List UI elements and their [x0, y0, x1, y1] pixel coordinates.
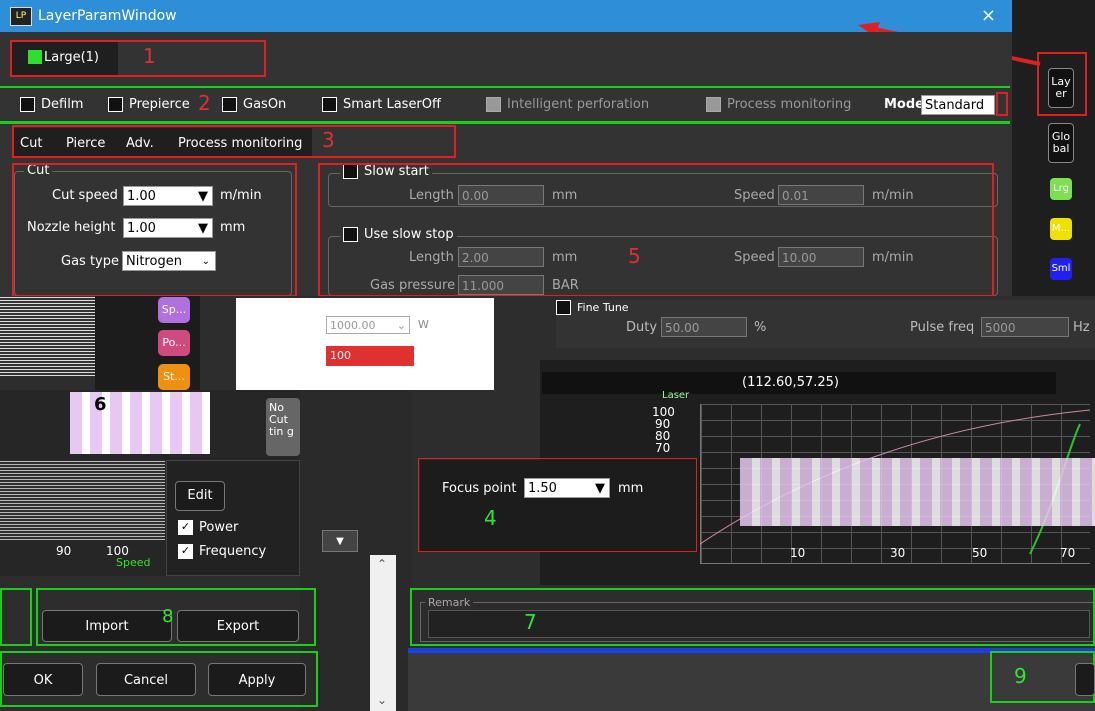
lrg-color-button[interactable]: Lrg	[1050, 178, 1072, 200]
po-button[interactable]: Po...	[158, 330, 190, 356]
frequency-label: Frequency	[199, 544, 267, 559]
mode-select[interactable]: Standard	[921, 95, 995, 115]
dropdown-arrow-button[interactable]: ▼	[322, 530, 358, 552]
no-cutting-button[interactable]: No Cut tin g	[266, 398, 300, 456]
smart-laseroff-checkbox[interactable]: Smart LaserOff	[322, 97, 441, 112]
annotation-box-5	[318, 163, 994, 297]
glitch-strip-left	[0, 296, 95, 376]
intelligent-perforation-checkbox[interactable]: Intelligent perforation	[486, 97, 649, 112]
annotation-box-cut	[12, 163, 297, 297]
process-monitoring-checkbox[interactable]: Process monitoring	[706, 97, 851, 112]
pulse-freq-unit: Hz	[1073, 320, 1090, 335]
right-axis-tick-70: 70	[1060, 546, 1076, 560]
defilm-label: Defilm	[41, 97, 84, 112]
gason-checkbox[interactable]: GasOn	[222, 97, 286, 112]
coordinate-readout: (112.60,57.25)	[542, 372, 1056, 394]
green-line-top	[0, 86, 1010, 88]
global-side-button[interactable]: Glo bal	[1048, 123, 1074, 163]
annotation-box-3	[12, 125, 456, 158]
power-label: Power	[199, 520, 239, 535]
st-button[interactable]: St...	[158, 364, 190, 390]
glitch-pink-band-right	[740, 458, 1095, 526]
right-axis-tick-30: 30	[890, 546, 906, 560]
import-button[interactable]: Import	[42, 610, 172, 642]
annotation-box-4	[418, 458, 697, 552]
right-axis-tick-50: 50	[972, 546, 988, 560]
annotation-9: 9	[1014, 664, 1027, 688]
cancel-button[interactable]: Cancel	[96, 663, 196, 696]
scroll-down-icon: ⌄	[377, 693, 388, 707]
power-unit: W	[418, 318, 429, 331]
right-axis-tick-10: 10	[790, 546, 806, 560]
power-input[interactable]: 1000.00 ⌄	[326, 316, 410, 334]
edit-button[interactable]: Edit	[175, 481, 225, 511]
window-title: LayerParamWindow	[38, 8, 177, 24]
intelligent-perforation-label: Intelligent perforation	[507, 97, 650, 112]
duty-label: Duty	[626, 320, 658, 335]
annotation-3: 3	[322, 128, 335, 152]
left-axis-tick-90: 90	[56, 544, 72, 558]
green-line-bottom	[0, 121, 1010, 124]
laser-tick-70: 70	[655, 441, 671, 455]
partial-button[interactable]	[1075, 663, 1095, 696]
speed-axis-label: Speed	[116, 556, 151, 569]
app-icon: LP	[10, 7, 32, 26]
annotation-6: 6	[94, 394, 107, 415]
annotation-box-2	[996, 92, 1008, 116]
annotation-box-1	[10, 40, 266, 77]
prepierce-label: Prepierce	[129, 97, 190, 112]
glitch-strip-left-chart	[0, 460, 165, 540]
annotation-2: 2	[198, 91, 211, 115]
frequency-checkbox[interactable]: ✓ Frequency	[178, 544, 266, 559]
ok-button[interactable]: OK	[3, 663, 83, 696]
smart-laseroff-label: Smart LaserOff	[343, 97, 441, 112]
prepierce-checkbox[interactable]: Prepierce	[108, 97, 190, 112]
glitch-pink-band-left	[70, 392, 210, 454]
export-button[interactable]: Export	[177, 610, 299, 642]
gason-label: GasOn	[243, 97, 287, 112]
mode-label: Mode	[884, 97, 924, 112]
defilm-checkbox[interactable]: Defilm	[20, 97, 83, 112]
duty-input[interactable]: 50.00	[661, 317, 747, 337]
duty-unit: %	[754, 320, 767, 335]
annotation-box-7	[410, 588, 1095, 646]
pulse-freq-label: Pulse freq	[910, 320, 975, 335]
annotation-8: 8	[162, 606, 174, 627]
red-value-field[interactable]: 100	[326, 346, 414, 366]
center-dialog	[236, 298, 494, 390]
vertical-scrollbar[interactable]: ⌃ ⌄	[370, 555, 396, 711]
fine-tune-checkbox[interactable]: Fine Tune	[556, 300, 629, 315]
pulse-freq-input[interactable]: 5000	[981, 317, 1069, 337]
sml-color-button[interactable]: Sml	[1050, 258, 1072, 280]
apply-button[interactable]: Apply	[208, 663, 306, 696]
fine-tune-label: Fine Tune	[577, 301, 629, 314]
scroll-up-icon: ⌃	[377, 557, 388, 571]
m-color-button[interactable]: M...	[1050, 218, 1072, 240]
annotation-box-left-edge	[0, 588, 32, 646]
annotation-1: 1	[143, 44, 156, 68]
process-monitoring-label: Process monitoring	[727, 97, 852, 112]
power-checkbox[interactable]: ✓ Power	[178, 520, 238, 535]
sp-button[interactable]: Sp...	[158, 297, 190, 323]
laser-axis-title: Laser	[662, 390, 690, 401]
